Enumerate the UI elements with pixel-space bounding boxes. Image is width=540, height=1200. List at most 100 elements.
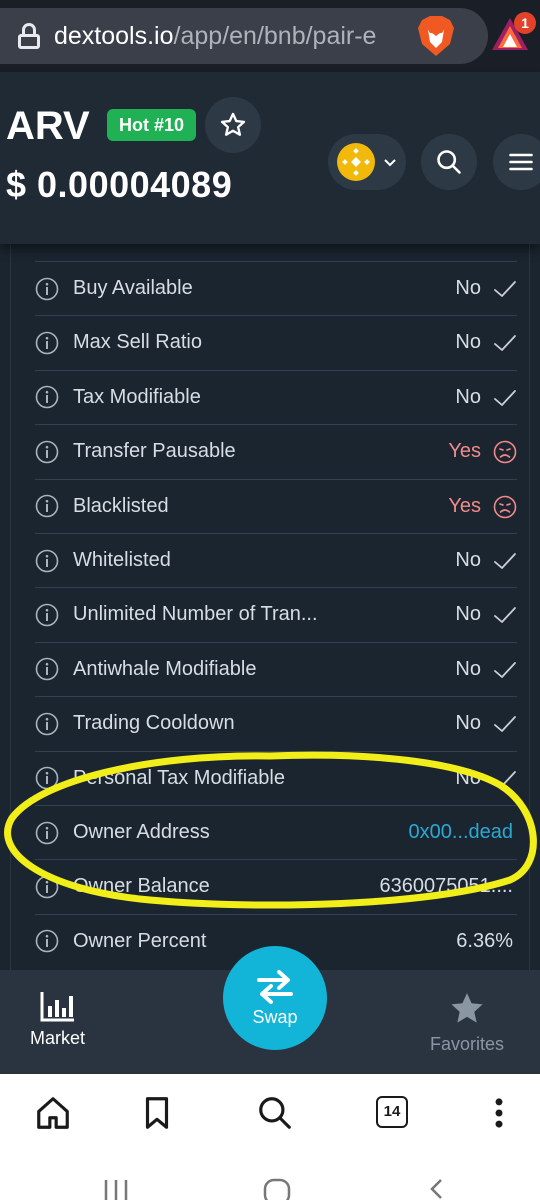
- url-path: /app/en/bnb/pair-e: [173, 21, 377, 50]
- info-icon[interactable]: [35, 712, 59, 736]
- nav-market[interactable]: Market: [30, 990, 85, 1049]
- audit-row-value: No: [455, 277, 481, 299]
- url-field[interactable]: dextools.io/app/en/bnb/pair-e: [0, 8, 488, 64]
- browser-toolbar: 14: [0, 1074, 540, 1152]
- audit-row-label: Unlimited Number of Tran...: [73, 603, 318, 626]
- star-icon: [451, 993, 483, 1023]
- audit-row[interactable]: Blacklisted Yes: [35, 478, 517, 533]
- audit-row[interactable]: Max Sell Ratio No: [35, 315, 517, 369]
- more-options-icon[interactable]: [480, 1094, 518, 1132]
- search-button[interactable]: [421, 134, 477, 190]
- audit-row-label: Owner Balance: [73, 875, 210, 898]
- audit-row[interactable]: Whitelisted No: [35, 533, 517, 587]
- info-icon[interactable]: [35, 494, 59, 518]
- nav-favorites-label: Favorites: [430, 1034, 505, 1054]
- back-icon[interactable]: [426, 1178, 448, 1200]
- menu-button[interactable]: [493, 134, 540, 190]
- audit-row-label: Trading Cooldown: [73, 712, 235, 735]
- audit-row-value: No: [455, 385, 481, 408]
- audit-row-label: Owner Address: [73, 821, 210, 843]
- info-icon[interactable]: [35, 657, 59, 681]
- home-circle-icon[interactable]: [262, 1178, 292, 1200]
- audit-row-value: No: [455, 549, 481, 571]
- sad-face-icon: [493, 440, 517, 464]
- sad-face-icon: [493, 495, 517, 518]
- chevron-down-icon: [384, 159, 396, 167]
- audit-row[interactable]: Owner Address 0x00...dead: [35, 805, 517, 859]
- swap-arrows-icon: [257, 969, 293, 1004]
- check-icon: [494, 389, 516, 406]
- info-icon[interactable]: [35, 603, 59, 627]
- check-icon: [494, 607, 516, 624]
- audit-row[interactable]: Transfer Pausable Yes: [35, 424, 517, 478]
- check-icon: [494, 661, 516, 678]
- chain-selector-button[interactable]: [328, 134, 406, 190]
- nav-favorites[interactable]: Favorites: [430, 990, 504, 1055]
- audit-row-value: No: [455, 657, 481, 680]
- swap-label: Swap: [252, 1006, 298, 1027]
- token-price: $ 0.00004089: [6, 164, 233, 205]
- url-host: dextools.io: [54, 21, 174, 50]
- audit-row-label: Blacklisted: [73, 494, 169, 517]
- info-icon[interactable]: [35, 766, 59, 790]
- recent-apps-icon[interactable]: [100, 1178, 132, 1200]
- check-icon: [494, 770, 516, 787]
- info-icon[interactable]: [35, 549, 59, 573]
- favorite-star-button[interactable]: [205, 97, 261, 153]
- audit-row-value: Yes: [448, 440, 481, 463]
- audit-row-label: Antiwhale Modifiable: [73, 657, 257, 680]
- lock-icon[interactable]: [18, 23, 40, 49]
- audit-row-label: Personal Tax Modifiable: [73, 766, 285, 789]
- bookmark-icon[interactable]: [138, 1094, 176, 1132]
- audit-row-label: Whitelisted: [73, 549, 171, 571]
- info-icon[interactable]: [35, 385, 59, 409]
- hot-rank-badge[interactable]: Hot #10: [107, 109, 197, 141]
- audit-row[interactable]: Unlimited Number of Tran... No: [35, 587, 517, 641]
- info-icon[interactable]: [35, 331, 59, 355]
- audit-row-value: No: [455, 603, 481, 626]
- url-text[interactable]: dextools.io/app/en/bnb/pair-e: [54, 22, 376, 51]
- audit-row[interactable]: Owner Balance 6360075051....: [35, 859, 517, 913]
- search-icon: [437, 150, 461, 174]
- audit-row-label: Transfer Pausable: [73, 440, 236, 463]
- brave-shield-icon[interactable]: [416, 14, 456, 58]
- audit-row-value: No: [455, 766, 481, 789]
- token-header: ARV Hot #10 $ 0.00004089: [0, 72, 540, 244]
- audit-row[interactable]: Tax Modifiable No: [35, 369, 517, 424]
- nav-market-label: Market: [30, 1028, 86, 1048]
- browser-address-bar: dextools.io/app/en/bnb/pair-e 1: [0, 0, 540, 72]
- search-icon[interactable]: [256, 1094, 294, 1132]
- audit-row[interactable]: Buy Available No: [35, 261, 517, 315]
- check-icon: [494, 281, 516, 297]
- home-icon[interactable]: [34, 1094, 72, 1132]
- owner-address-link[interactable]: 0x00...dead: [408, 821, 513, 844]
- audit-row-value: No: [455, 331, 481, 354]
- bnb-chain-icon: [337, 143, 375, 181]
- info-icon[interactable]: [35, 929, 59, 953]
- info-icon[interactable]: [35, 821, 59, 845]
- info-icon[interactable]: [35, 875, 59, 899]
- check-icon: [494, 553, 516, 569]
- audit-row-value: 6.36%: [456, 929, 513, 952]
- audit-row[interactable]: Personal Tax Modifiable No: [35, 750, 517, 805]
- star-icon: [220, 112, 246, 136]
- audit-row-label: Owner Percent: [73, 929, 207, 952]
- system-nav-bar: [0, 1152, 540, 1200]
- audit-row[interactable]: Antiwhale Modifiable No: [35, 641, 517, 696]
- info-icon[interactable]: [35, 277, 59, 301]
- audit-row-label: Tax Modifiable: [73, 385, 201, 408]
- tab-count-button[interactable]: 14: [376, 1096, 408, 1128]
- bar-chart-icon: [40, 992, 74, 1022]
- audit-row-label: Max Sell Ratio: [73, 331, 202, 354]
- swap-button[interactable]: Swap: [223, 946, 327, 1050]
- audit-row-label: Buy Available: [73, 277, 193, 299]
- check-icon: [494, 335, 516, 352]
- notification-badge: 1: [514, 12, 536, 34]
- token-audit-list[interactable]: Buy Available No Max Sell Ratio No Tax Modif…: [10, 244, 530, 970]
- audit-row-value: No: [455, 712, 481, 735]
- info-icon[interactable]: [35, 440, 59, 464]
- audit-row[interactable]: Trading Cooldown No: [35, 696, 517, 750]
- audit-row-value: Yes: [448, 494, 481, 517]
- hamburger-menu-icon: [509, 153, 533, 171]
- token-symbol: ARV: [6, 104, 90, 148]
